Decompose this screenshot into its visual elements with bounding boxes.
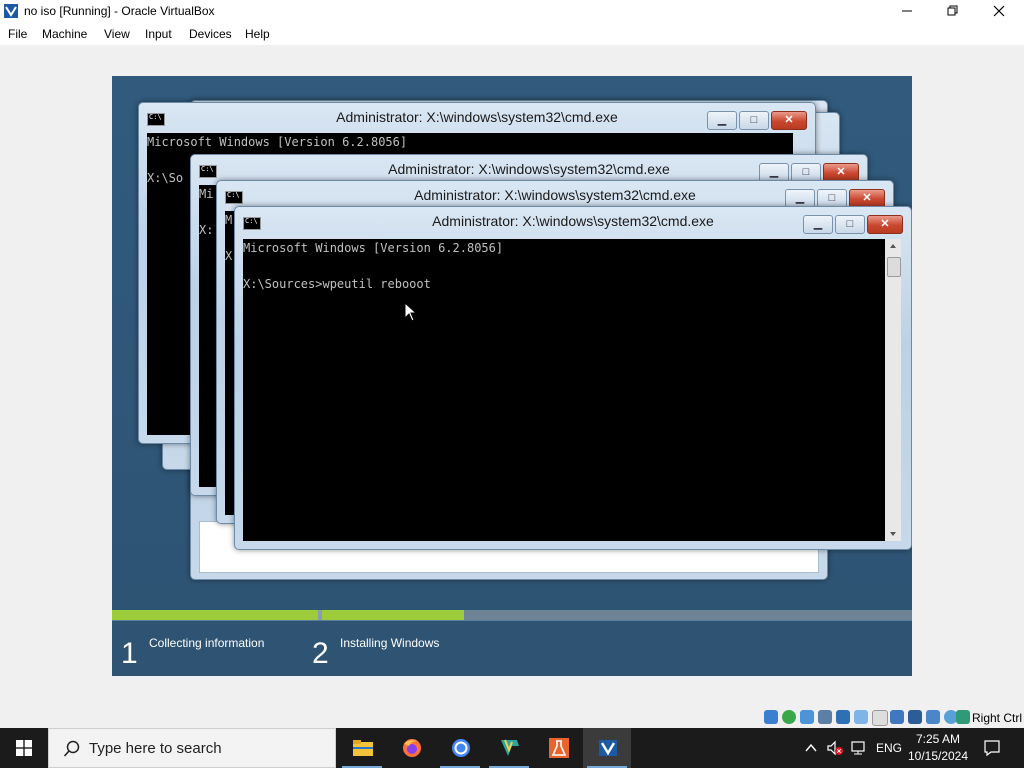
video-capture-icon[interactable] bbox=[890, 710, 904, 724]
clock-date: 10/15/2024 bbox=[907, 749, 969, 763]
minimize-icon bbox=[902, 10, 912, 12]
setup-steps-bar: 1 Collecting information 2 Installing Wi… bbox=[112, 620, 912, 676]
menu-help[interactable]: Help bbox=[245, 27, 270, 41]
cmd-close-button[interactable]: ✕ bbox=[867, 215, 903, 234]
console-output[interactable]: Microsoft Windows [Version 6.2.8056] X:\… bbox=[243, 239, 885, 541]
audio-icon[interactable] bbox=[800, 710, 814, 724]
firefox-icon bbox=[403, 739, 421, 757]
network-tray-icon[interactable] bbox=[850, 740, 868, 756]
shared-folders-icon[interactable] bbox=[854, 710, 868, 724]
progress-step1-fill bbox=[112, 610, 318, 620]
virtualbox-icon bbox=[4, 4, 18, 18]
search-icon bbox=[63, 740, 80, 757]
clock-time: 7:25 AM bbox=[915, 732, 961, 746]
minimize-icon: ▁ bbox=[717, 114, 727, 126]
setup-progress-bar bbox=[112, 610, 912, 620]
network-icon[interactable] bbox=[818, 710, 832, 724]
restore-icon bbox=[947, 5, 958, 16]
taskbar-clock[interactable]: 7:25 AM 10/15/2024 bbox=[905, 731, 971, 765]
step-label: Collecting information bbox=[149, 636, 265, 650]
close-button[interactable] bbox=[976, 0, 1022, 23]
minimize-button[interactable] bbox=[884, 0, 930, 23]
maximize-icon: □ bbox=[828, 192, 836, 204]
taskbar-search-box[interactable]: Type here to search bbox=[48, 728, 336, 768]
scroll-down-arrow-icon[interactable] bbox=[885, 529, 901, 539]
hard-disk-icon[interactable] bbox=[764, 710, 778, 724]
step-number: 1 bbox=[121, 637, 138, 670]
menu-machine[interactable]: Machine bbox=[42, 27, 87, 41]
keyboard-capture-icon[interactable] bbox=[956, 710, 970, 724]
optical-drive-icon[interactable] bbox=[782, 710, 796, 724]
restore-button[interactable] bbox=[930, 0, 976, 23]
cmd-maximize-button[interactable]: □ bbox=[835, 215, 865, 234]
taskbar-app-virtualbox-manager[interactable] bbox=[485, 728, 533, 768]
show-hidden-icons-icon[interactable] bbox=[804, 741, 818, 755]
scrollbar-thumb[interactable] bbox=[887, 257, 901, 277]
taskbar: Type here to search ENG 7:25 AM 10/15/20… bbox=[0, 728, 1024, 768]
host-key-label: Right Ctrl bbox=[971, 711, 1022, 725]
virtualbox-manager-icon bbox=[501, 739, 519, 756]
speaker-muted-icon[interactable] bbox=[826, 740, 844, 756]
mouse-cursor-icon bbox=[404, 302, 418, 322]
progress-step1-track bbox=[112, 610, 318, 620]
cmd-window-active[interactable]: Administrator: X:\windows\system32\cmd.e… bbox=[234, 206, 912, 550]
menu-bar: File Machine View Input Devices Help bbox=[0, 23, 1024, 45]
step-label: Installing Windows bbox=[340, 636, 440, 650]
menu-input[interactable]: Input bbox=[145, 27, 172, 41]
cmd-close-button[interactable]: ✕ bbox=[771, 111, 807, 130]
progress-step2-fill bbox=[322, 610, 464, 620]
cpu-icon[interactable] bbox=[926, 710, 940, 724]
console-scrollbar[interactable] bbox=[885, 239, 901, 541]
cmd-minimize-button[interactable]: ▁ bbox=[803, 215, 833, 234]
cmd-minimize-button[interactable]: ▁ bbox=[707, 111, 737, 130]
file-explorer-icon bbox=[353, 740, 373, 756]
notification-center-icon[interactable] bbox=[983, 739, 1001, 757]
maximize-icon: □ bbox=[750, 114, 758, 126]
start-button[interactable] bbox=[0, 728, 48, 768]
window-title: no iso [Running] - Oracle VirtualBox bbox=[24, 4, 215, 18]
scroll-up-arrow-icon[interactable] bbox=[885, 241, 901, 251]
recording-icon[interactable] bbox=[908, 710, 922, 724]
lab-flask-icon bbox=[549, 738, 569, 758]
minimize-icon: ▁ bbox=[769, 166, 779, 178]
minimize-icon: ▁ bbox=[813, 218, 823, 230]
close-icon: ✕ bbox=[862, 192, 872, 204]
input-language-indicator[interactable]: ENG bbox=[876, 728, 902, 768]
menu-file[interactable]: File bbox=[8, 27, 27, 41]
display-icon[interactable] bbox=[872, 710, 888, 726]
close-icon bbox=[993, 5, 1005, 17]
windows-logo-icon bbox=[16, 740, 32, 756]
taskbar-app-firefox[interactable] bbox=[387, 728, 435, 768]
maximize-icon: □ bbox=[846, 218, 854, 230]
taskbar-app-file-explorer[interactable] bbox=[338, 728, 386, 768]
taskbar-app-lab[interactable] bbox=[534, 728, 582, 768]
step-number: 2 bbox=[312, 637, 329, 670]
cmd-maximize-button[interactable]: □ bbox=[739, 111, 769, 130]
taskbar-app-chrome[interactable] bbox=[436, 728, 484, 768]
close-icon: ✕ bbox=[880, 218, 890, 230]
menu-view[interactable]: View bbox=[104, 27, 130, 41]
guest-screen[interactable]: Administrator: X:\windows\system32\cmd.e… bbox=[112, 76, 912, 676]
progress-step2-track bbox=[322, 610, 912, 620]
close-icon: ✕ bbox=[836, 166, 846, 178]
vm-status-bar: Right Ctrl bbox=[0, 705, 1024, 728]
search-placeholder: Type here to search bbox=[89, 740, 222, 757]
title-bar: no iso [Running] - Oracle VirtualBox bbox=[0, 0, 1024, 23]
virtualbox-vm-icon bbox=[599, 740, 617, 756]
minimize-icon: ▁ bbox=[795, 192, 805, 204]
maximize-icon: □ bbox=[802, 166, 810, 178]
taskbar-app-virtualbox-vm[interactable] bbox=[583, 728, 631, 768]
usb-icon[interactable] bbox=[836, 710, 850, 724]
chrome-icon bbox=[452, 739, 470, 757]
close-icon: ✕ bbox=[784, 114, 794, 126]
menu-devices[interactable]: Devices bbox=[189, 27, 232, 41]
